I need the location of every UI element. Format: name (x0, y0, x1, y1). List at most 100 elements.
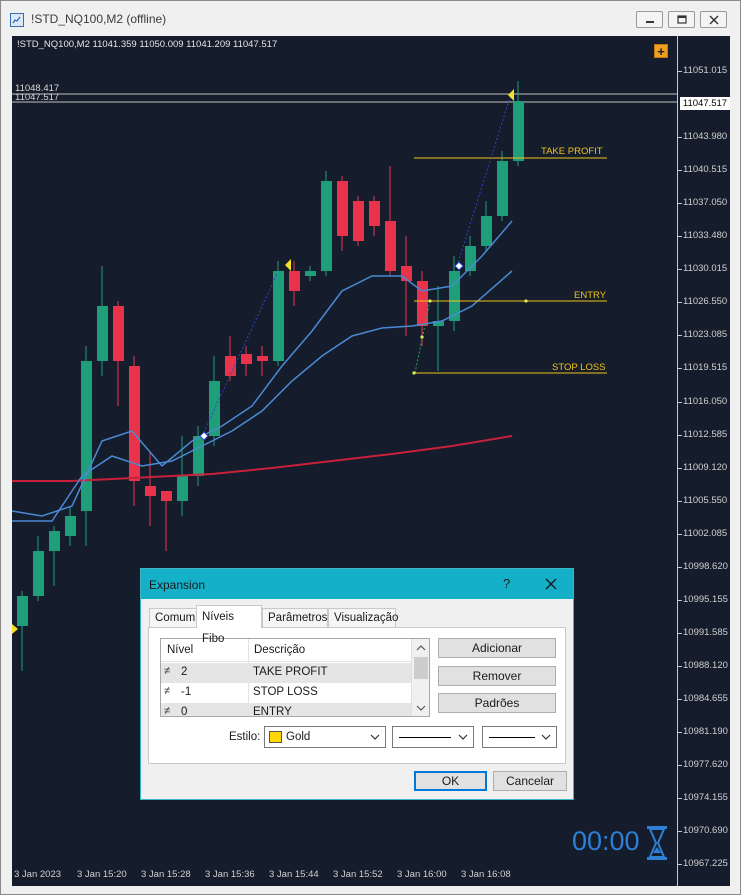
price-axis-label: 10970.690 (683, 825, 728, 837)
price-axis-tick (678, 137, 682, 139)
candle-body (321, 181, 332, 271)
scroll-thumb[interactable] (414, 657, 428, 679)
minimize-button[interactable] (636, 11, 663, 28)
cancel-button[interactable]: Cancelar (493, 771, 567, 791)
scroll-up-icon[interactable] (412, 641, 430, 655)
levels-list[interactable]: Nível Descrição ≠ 2 TAKE PROFIT ≠ -1 STO… (160, 638, 430, 717)
list-item[interactable]: ≠ -1 STOP LOSS (161, 683, 411, 703)
ok-button[interactable]: OK (414, 771, 487, 791)
price-axis-tick (678, 798, 682, 800)
price-axis-tick (678, 831, 682, 833)
help-button[interactable]: ? (503, 576, 510, 591)
diamond-marker (454, 261, 464, 271)
candle-body (193, 436, 204, 476)
fibo-anchor-point (524, 299, 528, 303)
price-axis-tick (678, 71, 682, 72)
price-axis-label: 10984.655 (683, 692, 728, 704)
line-width-select[interactable] (482, 726, 557, 748)
time-axis-label: 3 Jan 16:00 (397, 869, 447, 880)
line-style-select[interactable] (392, 726, 474, 748)
candle-body (33, 551, 44, 596)
color-select[interactable]: Gold (264, 726, 386, 748)
fibo-label-stop-loss: STOP LOSS (552, 362, 606, 373)
column-description[interactable]: Descrição (254, 644, 305, 656)
level-value: -1 (181, 686, 192, 698)
title-bar[interactable]: !STD_NQ100,M2 (offline) (1, 1, 740, 36)
price-axis-tick (678, 665, 682, 667)
time-axis-label: 3 Jan 15:44 (269, 869, 319, 880)
price-axis-tick (678, 434, 682, 436)
chart-header: !STD_NQ100,M2 11041.359 11050.009 11041.… (17, 39, 278, 50)
maximize-button[interactable] (668, 11, 695, 28)
price-axis-label: 11040.515 (683, 164, 728, 176)
defaults-button[interactable]: Padrões (438, 693, 556, 713)
expansion-dialog: Expansion ? Comum Níveis Fibo Parâmetros… (140, 568, 574, 800)
terminal-window: !STD_NQ100,M2 (offline) !STD_NQ100,M2 11… (0, 0, 741, 895)
tab-niveis-fibo[interactable]: Níveis Fibo (196, 605, 262, 645)
remove-level-button[interactable]: Remover (438, 666, 556, 686)
chevron-down-icon (541, 734, 551, 740)
price-axis-label: 11026.550 (683, 296, 728, 308)
price-axis-tick (678, 302, 682, 304)
candle-body (17, 596, 28, 626)
candle-body (513, 101, 524, 161)
arrow-marker (508, 89, 514, 101)
price-axis[interactable]: 11051.015 11043.980 11040.515 11037.050 1103… (677, 36, 730, 886)
time-axis-label: 3 Jan 2023 (14, 869, 62, 880)
candle-body (337, 181, 348, 236)
fibo-label-take-profit: TAKE PROFIT (541, 146, 603, 157)
price-axis-label: 10974.155 (683, 792, 728, 804)
scroll-down-icon[interactable] (412, 701, 430, 715)
price-axis-tick (678, 170, 682, 172)
price-axis-tick (678, 599, 682, 601)
dialog-close-icon[interactable] (545, 578, 557, 590)
price-axis-label: 11012.585 (683, 428, 728, 440)
price-axis-label: 10995.155 (683, 593, 728, 605)
dialog-title-bar[interactable]: Expansion ? (141, 569, 573, 599)
price-axis-label: 10977.620 (683, 759, 728, 771)
tab-parametros[interactable]: Parâmetros (262, 608, 328, 627)
price-axis-label: 11033.480 (683, 230, 728, 242)
price-axis-label: 11023.085 (683, 329, 728, 341)
close-window-button[interactable] (700, 11, 727, 28)
price-axis-tick (678, 269, 682, 271)
column-level[interactable]: Nível (167, 644, 193, 656)
candle-body (273, 271, 284, 361)
candle-body (481, 216, 492, 246)
arrow-marker (285, 259, 291, 271)
candle-body (49, 531, 60, 551)
price-axis-label: 11030.015 (683, 263, 728, 275)
minimize-icon (646, 21, 654, 23)
add-level-button[interactable]: Adicionar (438, 638, 556, 658)
price-axis-label: 11005.550 (683, 494, 728, 506)
level-value: 0 (181, 706, 188, 717)
candle-body (497, 161, 508, 216)
price-axis-label: 10991.585 (683, 626, 728, 638)
restore-icon (677, 15, 687, 24)
candle-body (305, 271, 316, 276)
line-width-sample (489, 737, 535, 738)
candle-body (257, 356, 268, 361)
tab-visualizacao[interactable]: Visualização (328, 608, 398, 627)
style-label: Estilo: (229, 731, 261, 743)
price-axis-label: 11016.050 (683, 395, 728, 407)
price-axis-tick (678, 765, 682, 767)
candle-body (145, 486, 156, 496)
dialog-title: Expansion (149, 578, 206, 592)
price-axis-tick (678, 401, 682, 403)
window-title: !STD_NQ100,M2 (offline) (31, 12, 167, 26)
candle-body (369, 201, 380, 226)
level-style-icon: ≠ (164, 705, 171, 717)
close-icon (709, 15, 719, 25)
candle-body (81, 361, 92, 511)
list-item[interactable]: ≠ 0 ENTRY (161, 703, 411, 717)
level-description: STOP LOSS (253, 686, 318, 698)
levels-scrollbar[interactable] (411, 639, 430, 716)
list-item[interactable]: ≠ 2 TAKE PROFIT (161, 663, 411, 683)
tab-comum[interactable]: Comum (149, 608, 197, 627)
fibo-anchor-point (420, 335, 424, 339)
candle-body (289, 271, 300, 291)
candle-body (113, 306, 124, 361)
one-click-trading-button[interactable]: + (654, 44, 668, 58)
price-axis-tick (678, 335, 682, 337)
